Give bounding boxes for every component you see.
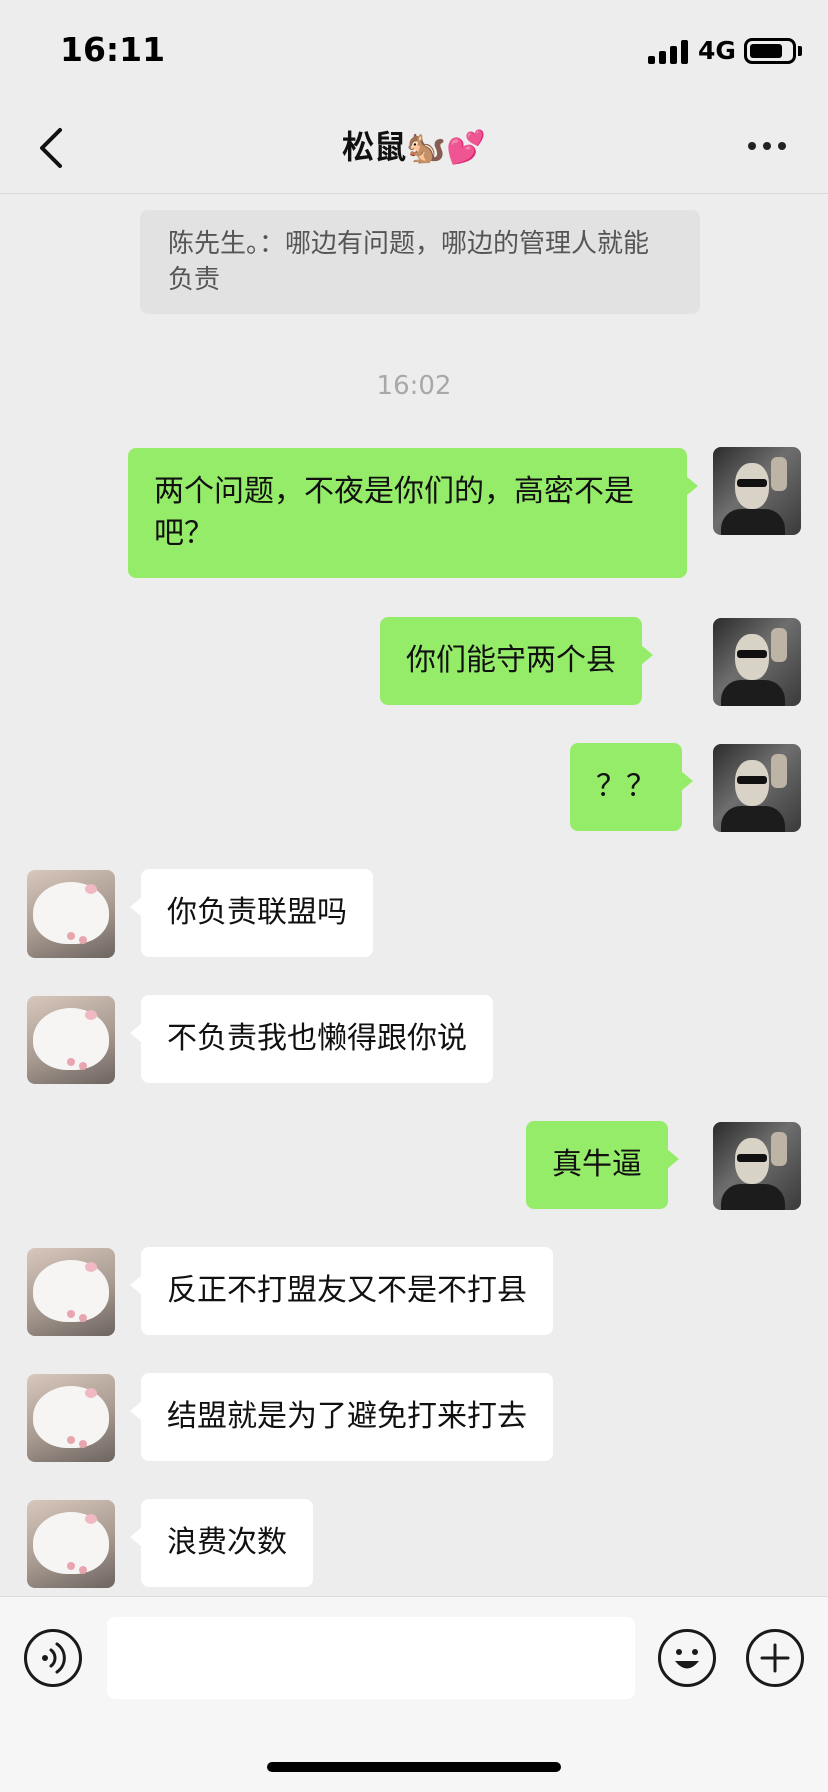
chat-screen: 16:11 4G 松鼠🐿️💕 陈先生。：哪边有问题，哪边的管理人就能负责 16:… (0, 0, 828, 1792)
chat-title: 松鼠🐿️💕 (342, 128, 486, 166)
status-time: 16:11 (60, 30, 166, 69)
message-input[interactable] (107, 1617, 635, 1699)
message-bubble-sent[interactable]: 你们能守两个县 (380, 617, 653, 705)
battery-icon (744, 38, 796, 64)
battery-cap (798, 46, 802, 56)
home-indicator (267, 1762, 561, 1772)
avatar-self[interactable] (713, 447, 801, 535)
message-bubble-received[interactable]: 浪费次数 (130, 1499, 313, 1587)
message-bubble-received[interactable]: 反正不打盟友又不是不打县 (130, 1247, 553, 1335)
emoji-icon[interactable] (658, 1629, 716, 1687)
message-list[interactable]: 陈先生。：哪边有问题，哪边的管理人就能负责 16:02 两个问题，不夜是你们的，… (0, 195, 828, 1595)
signal-icon (648, 40, 690, 64)
avatar-contact[interactable] (27, 1248, 115, 1336)
message-bubble-sent[interactable]: 两个问题，不夜是你们的，高密不是吧？ (128, 448, 698, 578)
avatar-contact[interactable] (27, 1500, 115, 1588)
voice-icon[interactable] (24, 1629, 82, 1687)
nav-bar: 松鼠🐿️💕 (0, 100, 828, 194)
status-bar: 16:11 4G (0, 0, 828, 100)
quote-block[interactable]: 陈先生。：哪边有问题，哪边的管理人就能负责 (140, 210, 700, 314)
message-bubble-received[interactable]: 结盟就是为了避免打来打去 (130, 1373, 553, 1461)
more-icon[interactable] (748, 142, 788, 152)
avatar-self[interactable] (713, 744, 801, 832)
avatar-contact[interactable] (27, 870, 115, 958)
message-bubble-sent[interactable]: ？？ (570, 743, 693, 831)
avatar-contact[interactable] (27, 996, 115, 1084)
message-timestamp: 16:02 (376, 371, 452, 401)
message-bubble-received[interactable]: 你负责联盟吗 (130, 869, 373, 957)
message-bubble-sent[interactable]: 真牛逼 (526, 1121, 679, 1209)
input-bar (0, 1596, 828, 1792)
avatar-self[interactable] (713, 1122, 801, 1210)
avatar-self[interactable] (713, 618, 801, 706)
network-label: 4G (698, 36, 736, 65)
avatar-contact[interactable] (27, 1374, 115, 1462)
message-bubble-received[interactable]: 不负责我也懒得跟你说 (130, 995, 493, 1083)
plus-icon[interactable] (746, 1629, 804, 1687)
